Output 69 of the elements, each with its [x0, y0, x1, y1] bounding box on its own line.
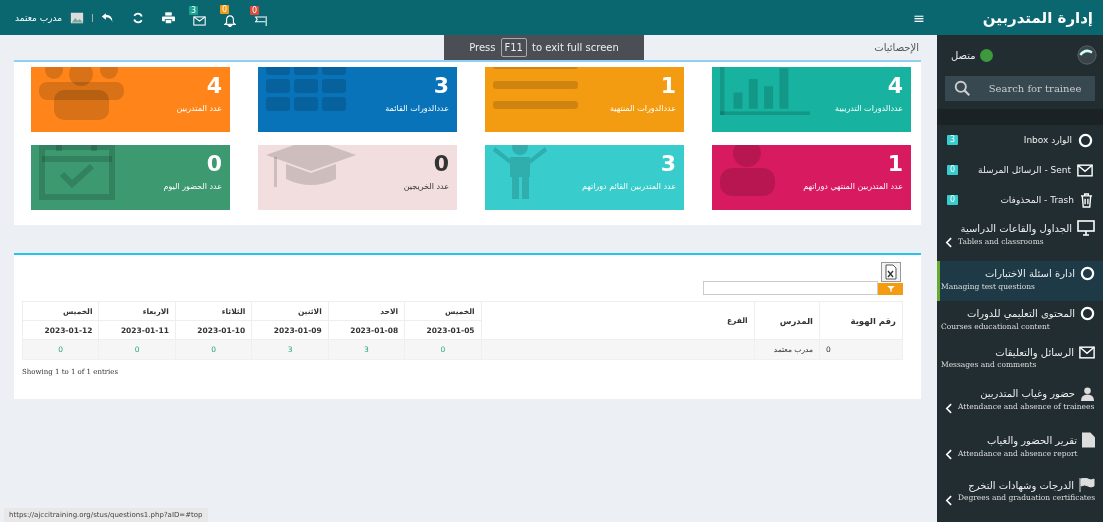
menu-label: حضور وغياب المتدربين — [980, 388, 1075, 399]
menu-label: Trash - المحذوفات — [999, 195, 1074, 205]
menu-label: الرسائل والتعليقات — [995, 347, 1074, 358]
stat-value: 0 — [206, 151, 222, 176]
avatar-icon — [1077, 45, 1097, 65]
group-icon — [39, 67, 124, 120]
menu-label: الجداول والقاعات الدراسية — [960, 222, 1072, 234]
count-badge: 0 — [947, 195, 959, 205]
menu-label: المحتوى التعليمي للدورات — [967, 308, 1075, 319]
trash-icon — [1080, 192, 1093, 208]
menu-label: الدرجات وشهادات التخرج — [968, 479, 1074, 491]
person-arms-up-icon — [493, 145, 547, 199]
count-badge: 3 — [947, 135, 959, 145]
bar-chart-icon — [720, 67, 810, 115]
menu-label: ادارة اسئلة الاختبارات — [984, 268, 1075, 279]
grid-icon — [266, 67, 346, 111]
count-badge: 0 — [947, 165, 959, 175]
notification-badge: 3 — [189, 5, 199, 15]
search-icon — [954, 80, 971, 97]
menu-label: Sent - الرسائل المرسلة — [977, 165, 1071, 175]
flag-icon — [1079, 478, 1095, 492]
notification-badge: 0 — [220, 4, 230, 14]
graduation-cap-icon — [266, 145, 356, 187]
calendar-check-icon — [39, 145, 115, 200]
search-field[interactable]: Search for trainee — [945, 76, 1095, 101]
breadcrumb: الإحصائيات — [874, 42, 919, 53]
stat-label: عدد المتدربين المنتهي دوراتهم — [803, 182, 903, 191]
list-icon — [493, 67, 578, 109]
envelope-icon — [1077, 163, 1093, 177]
stat-label: عددالدورات التدريبية — [835, 104, 903, 113]
filter-field[interactable] — [703, 281, 878, 295]
stat-value: 4 — [887, 73, 903, 98]
monitor-icon — [1077, 220, 1095, 236]
stat-value: 1 — [660, 73, 676, 98]
print-icon[interactable] — [162, 11, 176, 24]
notification-badge: 0 — [250, 5, 260, 15]
user-name[interactable]: مدرب معتمد — [15, 12, 63, 23]
notice-text: Press — [469, 42, 496, 53]
column-header: رقم الهوية — [819, 301, 903, 340]
stat-value: 3 — [433, 73, 449, 98]
stat-label: عدد الحضور اليوم — [163, 182, 222, 191]
circle-icon — [1078, 132, 1093, 148]
menu-label: الوارد Inbox — [1022, 135, 1072, 145]
stat-value: 0 — [433, 151, 449, 176]
stat-value: 3 — [660, 151, 676, 176]
app-title: إدارة المتدربين — [982, 8, 1093, 27]
avatar-icon — [70, 10, 85, 25]
key-badge: F11 — [500, 38, 527, 57]
stat-label: عدد المتدربين القائم دوراتهم — [581, 182, 676, 191]
circle-icon — [1080, 306, 1095, 321]
stat-label: عدد المتدربين — [176, 104, 222, 113]
user-icon — [1080, 386, 1095, 401]
online-status: متصل — [951, 48, 993, 62]
stat-value: 1 — [887, 151, 903, 176]
menu-button[interactable]: ≡ — [913, 9, 925, 26]
stat-value: 4 — [206, 73, 222, 98]
notice-text: to exit full screen — [532, 42, 619, 53]
envelope-icon — [1079, 346, 1095, 359]
circle-icon — [1080, 266, 1095, 281]
document-icon — [1082, 432, 1095, 448]
stat-label: عددالدورات القائمة — [385, 104, 449, 113]
refresh-icon[interactable] — [132, 11, 145, 24]
menu-label: تقرير الحضور والغياب — [987, 434, 1077, 446]
person-icon — [720, 145, 775, 197]
funnel-icon — [886, 286, 895, 292]
column-header: المدرس — [754, 301, 820, 340]
stat-label: عددالدورات المنتهية — [610, 104, 676, 113]
excel-export-icon[interactable] — [881, 262, 901, 282]
stat-label: عدد الخريجين — [403, 182, 449, 191]
